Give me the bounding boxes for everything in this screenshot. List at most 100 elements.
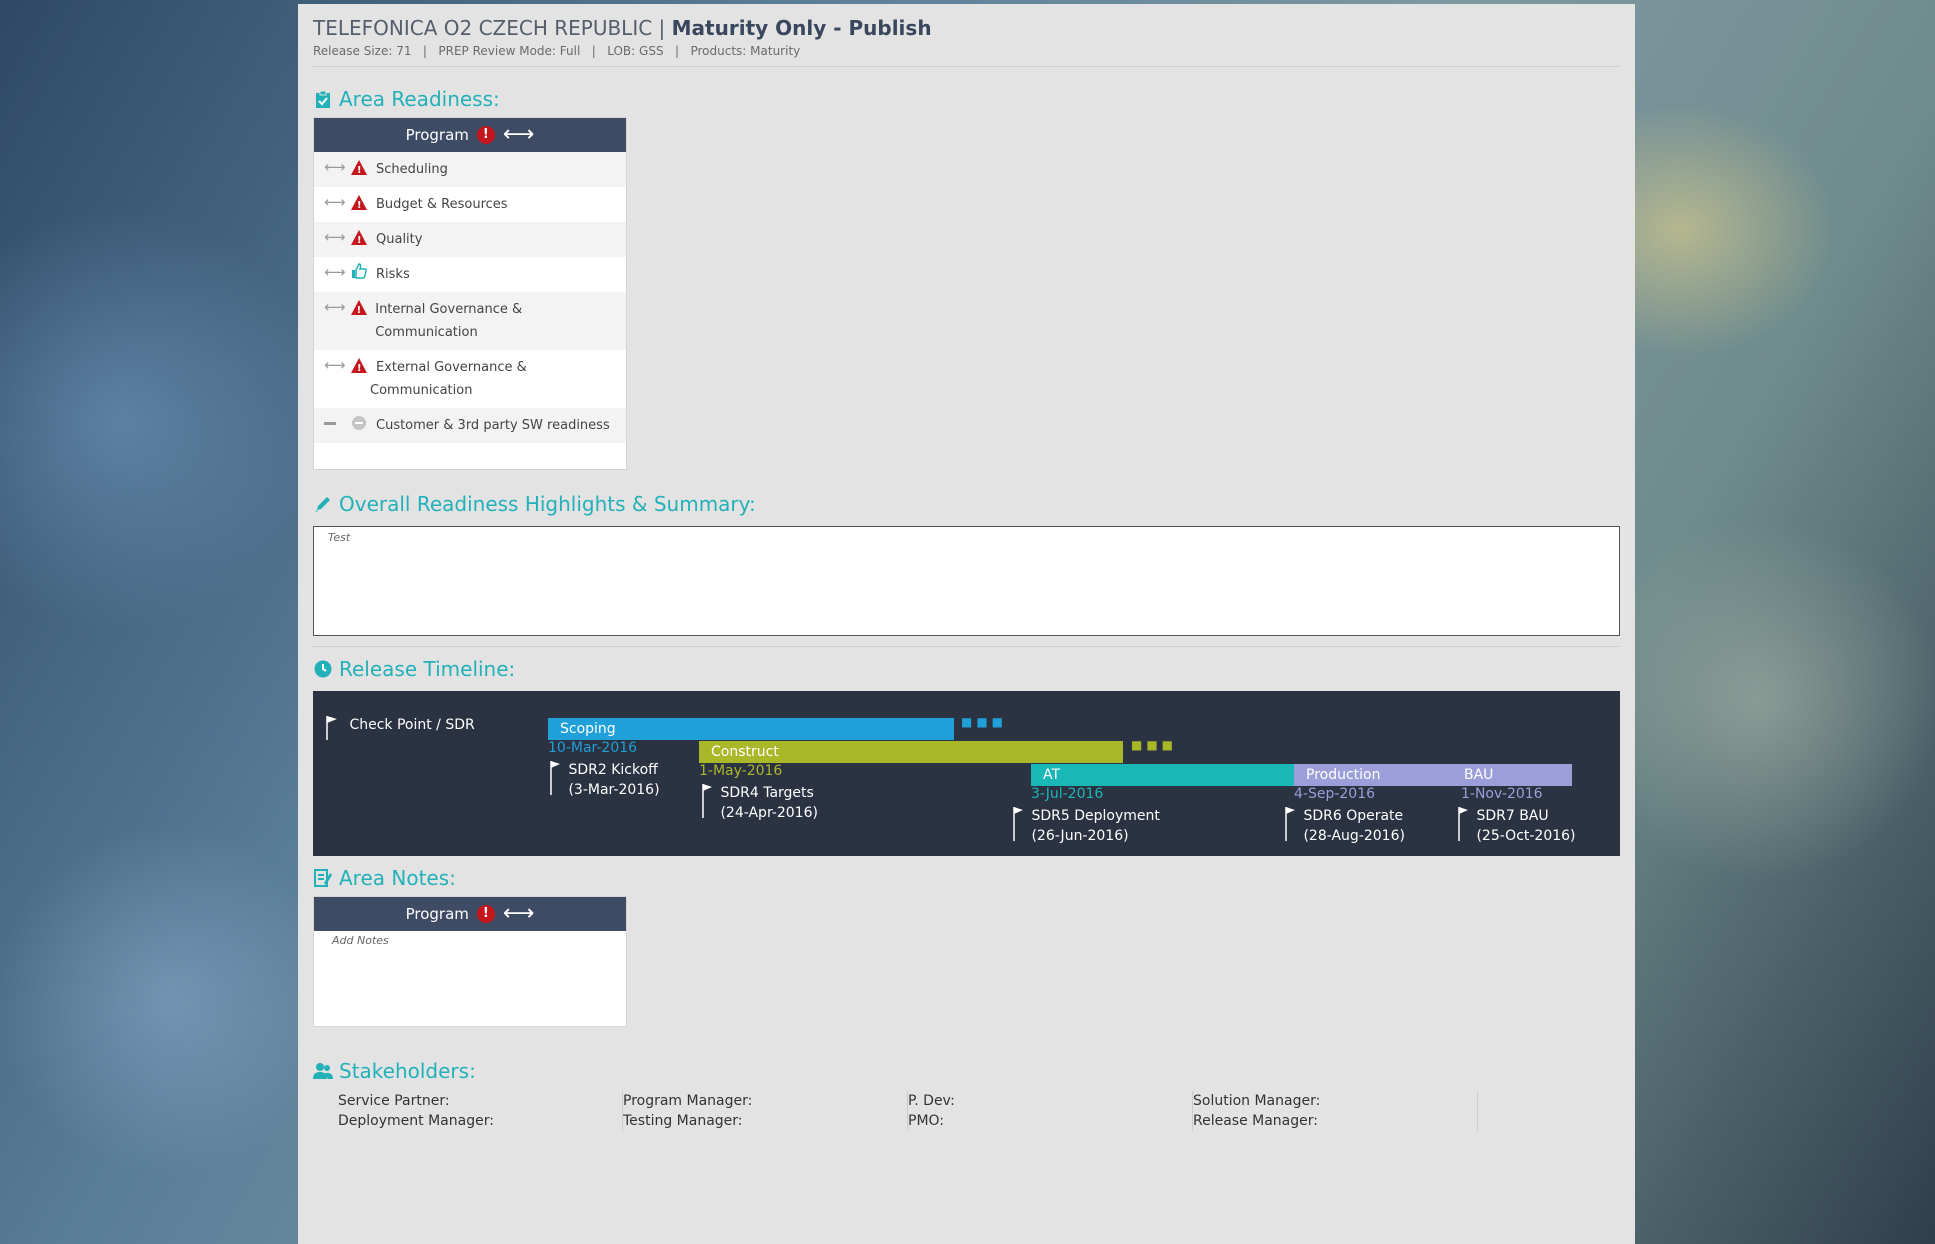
warning-icon: ! <box>476 126 495 144</box>
warning-icon: ! <box>476 905 495 923</box>
stakeholder-label: Release Manager: <box>1193 1113 1318 1129</box>
divider <box>313 646 1620 647</box>
stakeholder-column: Service Partner: Deployment Manager: <box>338 1091 623 1131</box>
flag-icon <box>1012 806 1024 848</box>
flag-icon <box>1284 806 1296 848</box>
phase-date-production: 4-Sep-2016 <box>1294 786 1376 802</box>
stakeholder-label: Deployment Manager: <box>338 1113 494 1129</box>
notes-panel-title: Program <box>405 905 469 923</box>
phase-date-construct: 1-May-2016 <box>699 763 783 779</box>
area-notes-panel: Program ! ⟷ Add Notes <box>313 896 627 1027</box>
readiness-row[interactable]: ⟷ Quality <box>314 222 626 257</box>
stakeholder-label: PMO: <box>908 1113 945 1129</box>
stakeholder-label: Testing Manager: <box>623 1113 743 1129</box>
stakeholder-label: Program Manager: <box>623 1093 753 1109</box>
flag-icon <box>701 783 713 825</box>
readiness-row-label: Budget & Resources <box>376 197 508 212</box>
release-meta: Release Size: 71 | PREP Review Mode: Ful… <box>313 44 801 58</box>
checkpoint-sdr6[interactable]: SDR6 Operate (28-Aug-2016) <box>1284 806 1405 848</box>
pencil-icon <box>313 494 333 514</box>
area-notes-title: Area Notes: <box>339 866 456 890</box>
readiness-row[interactable]: ⟷ Scheduling <box>314 152 626 187</box>
expand-arrows-icon[interactable]: ⟷ <box>503 903 535 925</box>
warning-icon <box>350 193 368 215</box>
clock-icon <box>313 659 333 679</box>
program-panel-header[interactable]: Program ! ⟷ <box>314 118 626 152</box>
expand-arrows-icon[interactable]: ⟷ <box>324 356 346 374</box>
timeline-heading: Release Timeline: <box>313 657 1620 681</box>
program-panel-title: Program <box>405 126 469 144</box>
warning-icon <box>350 228 368 250</box>
readiness-row-label: Customer & 3rd party SW readiness <box>376 418 610 433</box>
expand-arrows-icon[interactable]: ⟷ <box>324 263 346 281</box>
phase-continuation-dots: ■■■ <box>961 715 1008 729</box>
timeline-title: Release Timeline: <box>339 657 516 681</box>
area-readiness-heading: Area Readiness: <box>313 87 1620 111</box>
stakeholders-title: Stakeholders: <box>339 1059 476 1083</box>
checkpoint-sdr4[interactable]: SDR4 Targets (24-Apr-2016) <box>701 783 818 825</box>
checkpoint-sdr7[interactable]: SDR7 BAU (25-Oct-2016) <box>1457 806 1576 848</box>
dash-icon[interactable] <box>324 414 342 425</box>
readiness-row-label: Quality <box>376 232 423 247</box>
summary-text-area[interactable]: Test <box>313 526 1620 636</box>
add-notes-field[interactable]: Add Notes <box>314 931 626 950</box>
notes-panel-header[interactable]: Program ! ⟷ <box>314 897 626 931</box>
stakeholder-column: Program Manager: Testing Manager: <box>623 1091 908 1131</box>
readiness-row-label: Risks <box>376 267 410 282</box>
stakeholder-column: Solution Manager: Release Manager: <box>1193 1091 1478 1131</box>
notes-icon <box>313 868 333 888</box>
readiness-row-label: Scheduling <box>376 162 448 177</box>
timeline-legend: Check Point / SDR <box>325 715 475 747</box>
readiness-row[interactable]: ⟷ Budget & Resources <box>314 187 626 222</box>
stakeholder-label: P. Dev: <box>908 1093 955 1109</box>
phase-bar-production[interactable]: Production <box>1294 764 1452 786</box>
phase-continuation-dots: ■■■ <box>1131 738 1178 752</box>
readiness-row-label: Internal Governance & Communication <box>375 302 523 340</box>
phase-date-scoping: 10-Mar-2016 <box>548 740 638 756</box>
stakeholders-grid: Service Partner: Deployment Manager: Pro… <box>313 1091 1620 1131</box>
phase-bar-scoping[interactable]: Scoping <box>548 718 954 740</box>
stakeholder-label: Service Partner: <box>338 1093 450 1109</box>
client-name: TELEFONICA O2 CZECH REPUBLIC | <box>313 16 666 40</box>
phase-date-bau: 1-Nov-2016 <box>1461 786 1543 802</box>
checkpoint-sdr5[interactable]: SDR5 Deployment (26-Jun-2016) <box>1012 806 1160 848</box>
area-readiness-title: Area Readiness: <box>339 87 500 111</box>
readiness-row[interactable]: ⟷ Risks <box>314 257 626 292</box>
flag-icon <box>1457 806 1469 848</box>
phase-date-at: 3-Jul-2016 <box>1031 786 1104 802</box>
area-notes-heading: Area Notes: <box>313 866 1620 890</box>
area-readiness-panel: Program ! ⟷ ⟷ Scheduling ⟷ Budget & Resourc… <box>313 117 627 470</box>
summary-title: Overall Readiness Highlights & Summary: <box>339 492 756 516</box>
expand-arrows-icon[interactable]: ⟷ <box>324 228 346 246</box>
stakeholder-label: Solution Manager: <box>1193 1093 1321 1109</box>
readiness-row-label: External Governance & Communication <box>370 360 527 398</box>
readiness-row[interactable]: ⟷ External Governance &Communication <box>314 350 626 408</box>
readiness-row[interactable]: Customer & 3rd party SW readiness <box>314 408 626 443</box>
divider <box>313 66 1620 67</box>
clipboard-icon <box>313 89 333 109</box>
phase-bar-at[interactable]: AT <box>1031 764 1294 786</box>
phase-bar-bau[interactable]: BAU <box>1452 764 1572 786</box>
page-title: TELEFONICA O2 CZECH REPUBLIC | Maturity … <box>313 16 1620 40</box>
thumbs-up-icon <box>350 263 368 279</box>
expand-arrows-icon[interactable]: ⟷ <box>503 124 535 146</box>
warning-icon <box>350 298 367 320</box>
stakeholder-column: P. Dev: PMO: <box>908 1091 1193 1131</box>
expand-arrows-icon[interactable]: ⟷ <box>324 158 346 176</box>
release-timeline: Check Point / SDR Scoping ■■■ 10-Mar-201… <box>313 691 1620 856</box>
checkpoint-sdr2[interactable]: SDR2 Kickoff (3-Mar-2016) <box>549 760 660 802</box>
readiness-row[interactable]: ⟷ Internal Governance & Communication <box>314 292 626 350</box>
expand-arrows-icon[interactable]: ⟷ <box>324 193 346 211</box>
not-applicable-icon <box>350 414 368 430</box>
phase-bar-construct[interactable]: Construct <box>699 741 1123 763</box>
users-icon <box>313 1061 333 1081</box>
report-page: TELEFONICA O2 CZECH REPUBLIC | Maturity … <box>298 4 1635 1244</box>
expand-arrows-icon[interactable]: ⟷ <box>324 298 346 316</box>
warning-icon <box>350 356 368 378</box>
flag-icon <box>549 760 561 802</box>
summary-heading: Overall Readiness Highlights & Summary: <box>313 492 1620 516</box>
flag-icon <box>325 715 339 747</box>
stakeholders-heading: Stakeholders: <box>313 1059 1620 1083</box>
readiness-list: ⟷ Scheduling ⟷ Budget & Resources ⟷ Quality ⟷ R… <box>314 152 626 443</box>
release-name: Maturity Only - Publish <box>671 16 932 40</box>
